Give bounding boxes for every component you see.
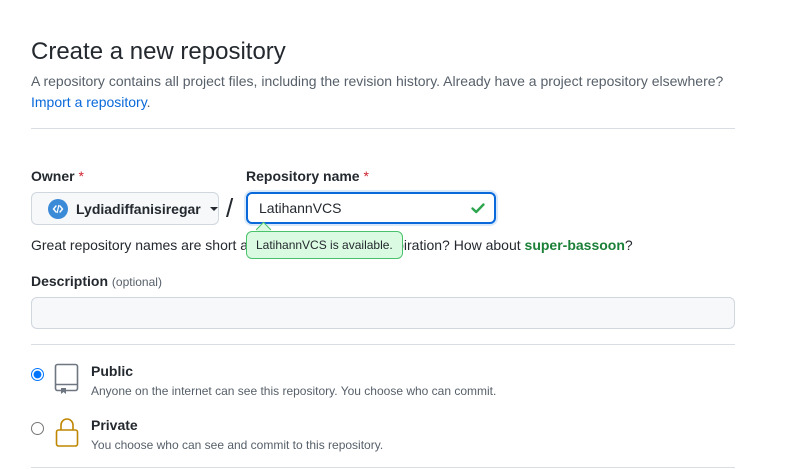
owner-repo-separator: / bbox=[226, 193, 234, 223]
repository-required-mark: * bbox=[363, 168, 369, 184]
repository-name-label: Repository name * bbox=[246, 168, 369, 184]
hint-suffix: ? bbox=[624, 237, 633, 253]
description-label: Description (optional) bbox=[31, 273, 162, 289]
divider-top bbox=[31, 128, 735, 129]
import-repository-link[interactable]: Import a repository. bbox=[31, 94, 151, 110]
caret-down-icon bbox=[209, 206, 218, 211]
owner-required-mark: * bbox=[78, 168, 84, 184]
public-title: Public bbox=[91, 363, 134, 379]
suggested-name[interactable]: super-bassoon bbox=[525, 237, 625, 253]
lock-icon bbox=[55, 418, 79, 447]
page-title: Create a new repository bbox=[31, 38, 286, 65]
owner-label-text: Owner bbox=[31, 168, 75, 184]
import-link-period: . bbox=[146, 94, 151, 110]
repository-name-input[interactable] bbox=[246, 192, 496, 224]
code-icon bbox=[52, 204, 64, 213]
repository-name-label-text: Repository name bbox=[246, 168, 360, 184]
owner-dropdown-button[interactable]: Lydiadiffanisiregar bbox=[31, 192, 219, 225]
private-radio[interactable] bbox=[31, 422, 44, 435]
public-repo-icon bbox=[54, 363, 79, 394]
divider-bottom bbox=[31, 467, 735, 468]
public-radio[interactable] bbox=[31, 368, 44, 381]
owner-avatar bbox=[48, 198, 68, 219]
hint-prefix: Great repository names are short a bbox=[31, 237, 249, 253]
description-label-text: Description bbox=[31, 273, 109, 289]
hint-middle: spiration? How about bbox=[389, 237, 521, 253]
public-description: Anyone on the internet can see this repo… bbox=[91, 384, 497, 398]
import-link-text: Import a repository bbox=[31, 94, 147, 110]
description-optional: (optional) bbox=[111, 275, 162, 289]
availability-tooltip: LatihannVCS is available. bbox=[246, 231, 403, 259]
check-icon bbox=[471, 203, 485, 214]
page-subtitle: A repository contains all project files,… bbox=[31, 73, 724, 89]
owner-label: Owner * bbox=[31, 168, 84, 184]
private-description: You choose who can see and commit to thi… bbox=[91, 438, 384, 452]
owner-name: Lydiadiffanisiregar bbox=[76, 200, 201, 217]
private-title: Private bbox=[91, 417, 138, 433]
divider-middle bbox=[31, 344, 735, 345]
description-input[interactable] bbox=[31, 297, 735, 329]
